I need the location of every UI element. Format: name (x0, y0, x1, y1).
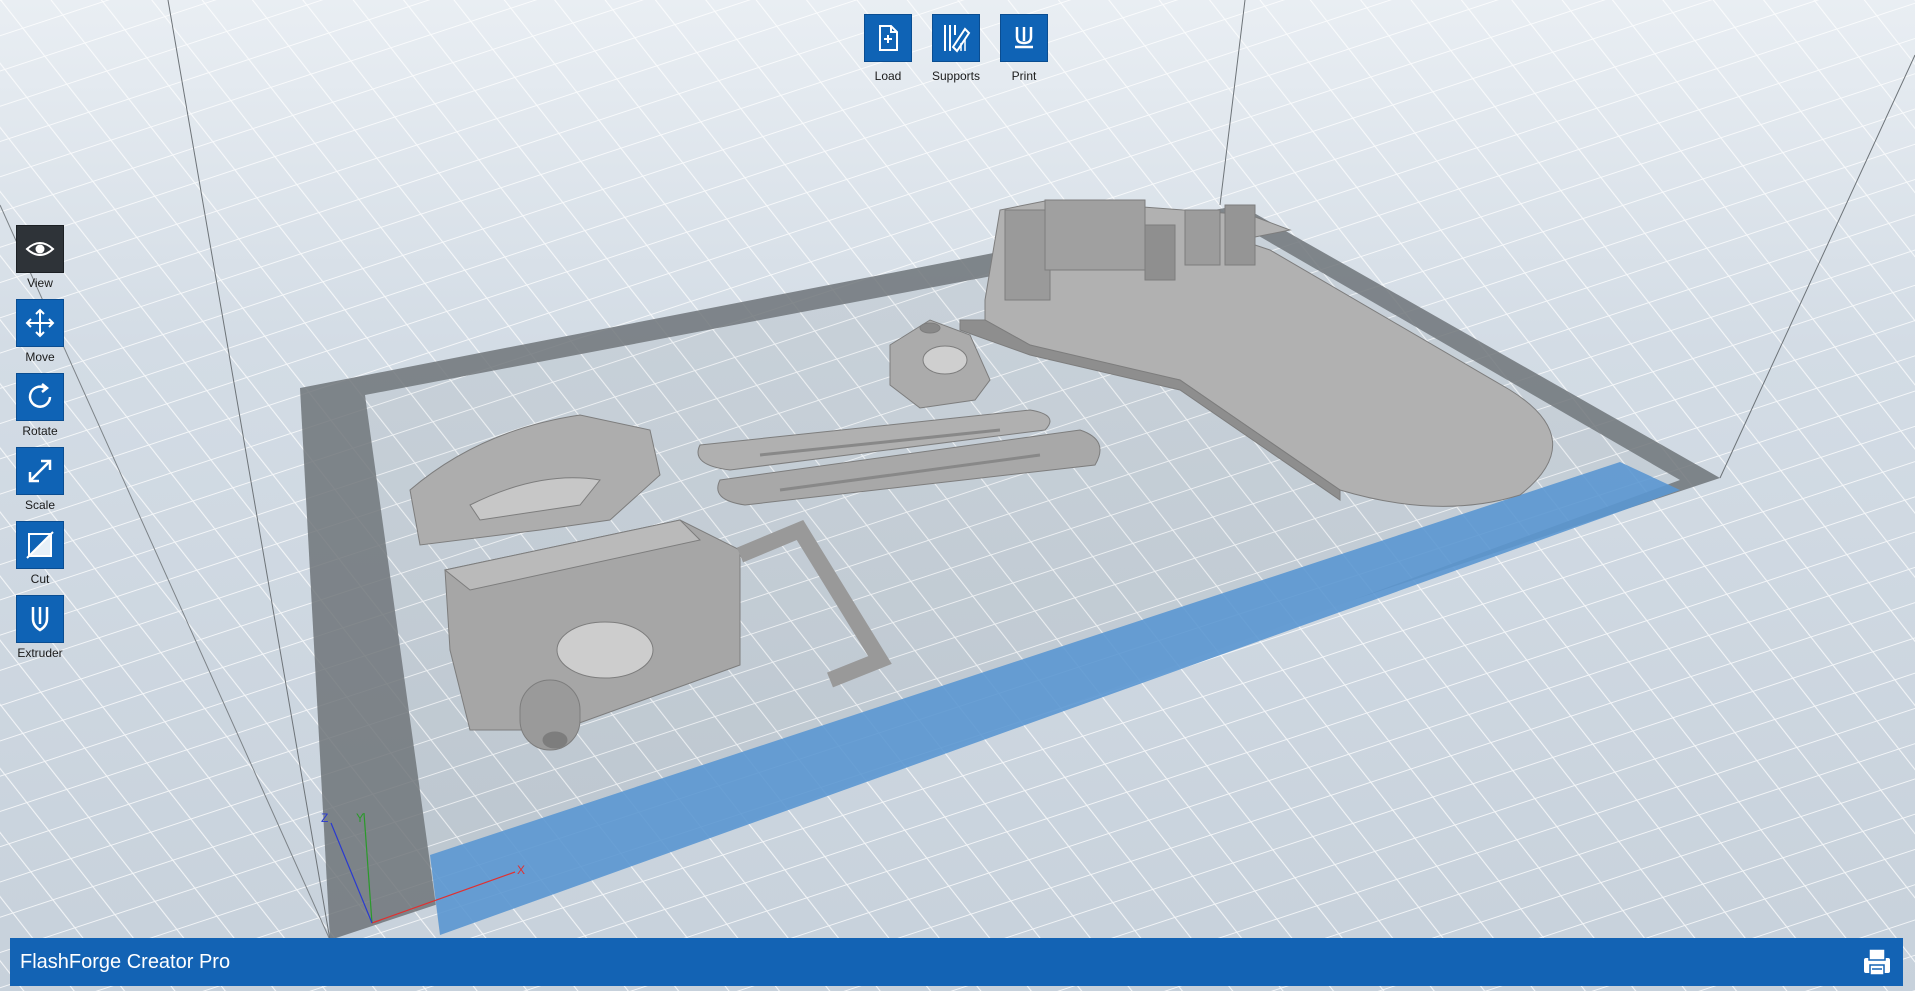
view-tool[interactable]: View (16, 225, 68, 290)
view-label: View (27, 276, 53, 290)
printer-icon[interactable] (1861, 946, 1893, 978)
print-label: Print (1011, 69, 1037, 83)
move-tool[interactable]: Move (16, 299, 68, 364)
cut-icon (26, 531, 54, 559)
printer-name: FlashForge Creator Pro (20, 951, 231, 973)
print-button[interactable] (1000, 14, 1048, 62)
rotate-tool[interactable]: Rotate (16, 373, 68, 438)
status-bar: FlashForge Creator Pro (10, 938, 1903, 986)
cut-label: Cut (30, 572, 50, 586)
cut-tool[interactable]: Cut (16, 521, 68, 586)
axis-label-x: X (517, 863, 525, 877)
rotate-label: Rotate (22, 424, 58, 438)
file-plus-icon (879, 25, 898, 51)
rotate-icon (28, 383, 52, 408)
extruder-tool[interactable]: Extruder (16, 595, 68, 660)
scale-label: Scale (24, 498, 56, 512)
load-button[interactable] (864, 14, 912, 62)
extruder-label: Extruder (17, 646, 63, 660)
axis-label-z: Z (321, 811, 328, 825)
supports-icon (944, 25, 971, 53)
move-button[interactable] (16, 299, 64, 347)
print-tool[interactable]: Print (999, 14, 1049, 83)
rotate-button[interactable] (16, 373, 64, 421)
load-tool[interactable]: Load (863, 14, 913, 83)
scale-button[interactable] (16, 447, 64, 495)
move-label: Move (25, 350, 55, 364)
move-arrows-icon (25, 308, 55, 338)
load-label: Load (874, 69, 902, 83)
supports-button[interactable] (932, 14, 980, 62)
cut-button[interactable] (16, 521, 64, 569)
3d-viewport[interactable]: X Y Z (0, 0, 1915, 991)
supports-tool[interactable]: Supports (931, 14, 981, 83)
supports-label: Supports (931, 69, 981, 83)
extruder-button[interactable] (16, 595, 64, 643)
view-button[interactable] (16, 225, 64, 273)
scale-tool[interactable]: Scale (16, 447, 68, 512)
axis-label-y: Y (356, 811, 364, 825)
eye-icon (25, 242, 55, 256)
extruder-icon (31, 607, 49, 632)
scale-icon (28, 459, 52, 483)
print-icon (1015, 27, 1033, 49)
